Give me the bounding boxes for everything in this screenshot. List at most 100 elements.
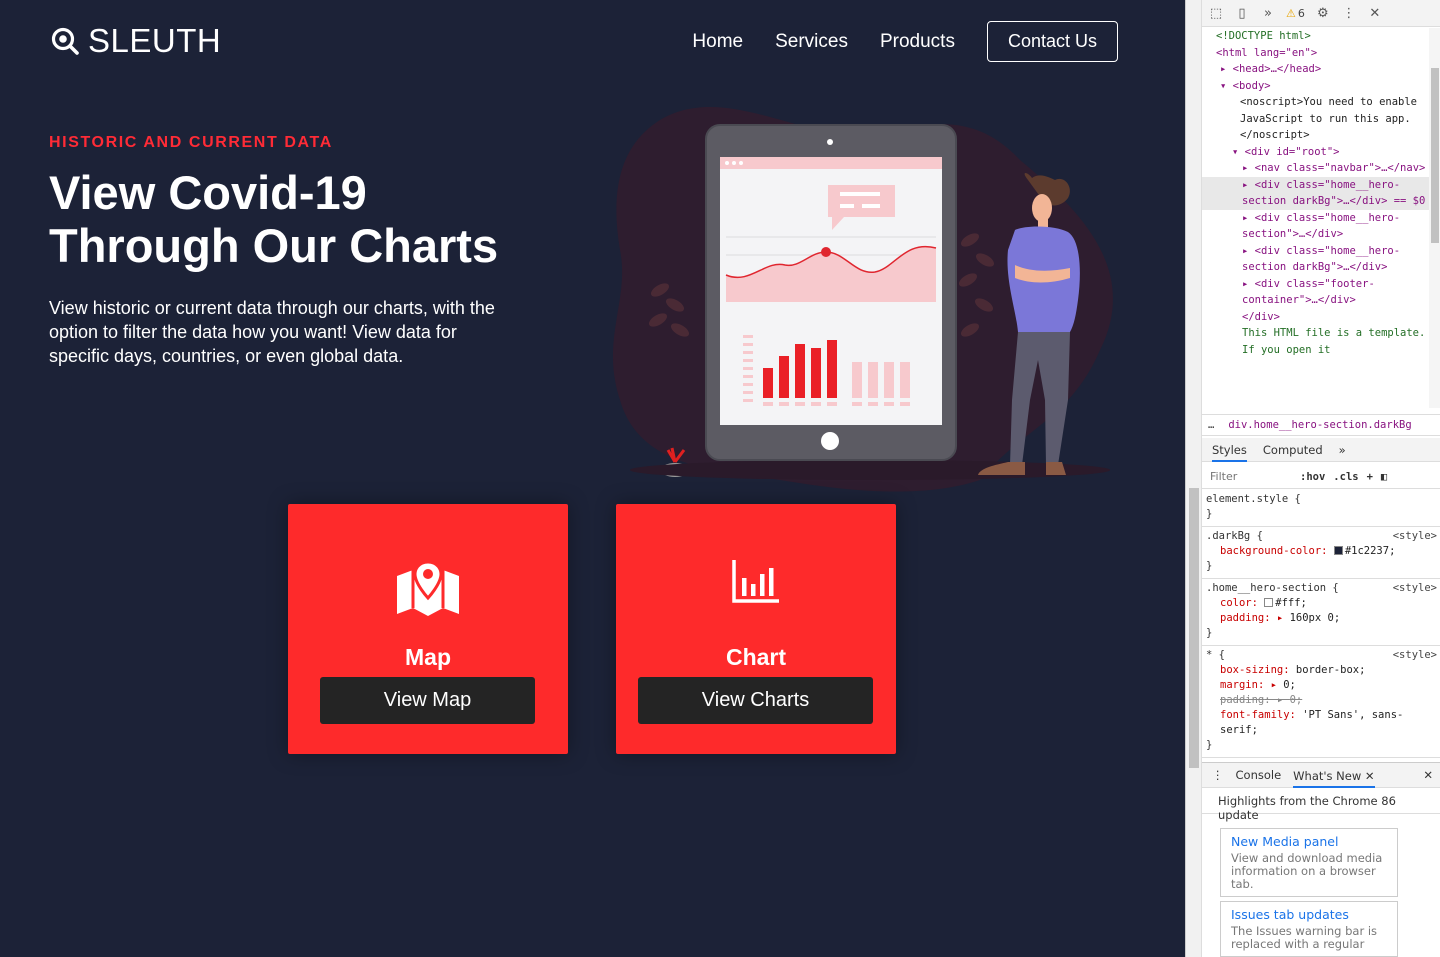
style-property[interactable]: box-sizing: border-box; xyxy=(1206,663,1437,678)
styles-pane: element.style { } <style> .darkBg { back… xyxy=(1202,490,1440,758)
prop-name: padding xyxy=(1220,694,1265,706)
style-rule: <style> .home__hero-section { color: #ff… xyxy=(1202,579,1440,646)
map-card: Map View Map xyxy=(288,504,568,754)
map-card-title: Map xyxy=(405,644,451,670)
drawer-tabs: ⋮ Console What's New ✕ ✕ xyxy=(1202,762,1440,788)
prop-name: background-color xyxy=(1220,545,1322,557)
news-title[interactable]: New Media panel xyxy=(1231,834,1387,849)
tree-line-selected[interactable]: ▸ <div class="home__hero-section darkBg"… xyxy=(1202,176,1440,210)
drawer-menu-icon[interactable]: ⋮ xyxy=(1212,768,1224,782)
kebab-menu-icon[interactable]: ⋮ xyxy=(1341,5,1357,21)
tree-line[interactable]: </div> xyxy=(1202,309,1440,326)
new-rule-icon[interactable]: + xyxy=(1367,471,1373,483)
toggle-sidebar-icon[interactable]: ◧ xyxy=(1381,471,1387,483)
rule-close: } xyxy=(1206,739,1213,751)
view-map-button[interactable]: View Map xyxy=(320,677,535,724)
style-property[interactable]: background-color: #1c2237; xyxy=(1206,544,1437,559)
rule-close: } xyxy=(1206,627,1213,639)
style-rule: <style> .darkBg { background-color: #1c2… xyxy=(1202,527,1440,579)
style-rule: <style> * { box-sizing: border-box; marg… xyxy=(1202,646,1440,758)
page-scrollbar[interactable] xyxy=(1186,0,1202,957)
logo[interactable]: SLEUTH xyxy=(50,22,221,60)
tree-line[interactable]: ▸ <head>…</head> xyxy=(1202,61,1440,78)
whats-new-heading: Highlights from the Chrome 86 update xyxy=(1202,790,1440,822)
chart-card-title: Chart xyxy=(725,644,787,670)
style-property-overridden[interactable]: padding: ▸ 0; xyxy=(1206,693,1437,708)
logo-text: SLEUTH xyxy=(88,22,222,59)
hov-toggle[interactable]: :hov xyxy=(1300,471,1325,483)
tab-whats-new-label: What's New xyxy=(1293,768,1362,783)
news-item[interactable]: New Media panel View and download media … xyxy=(1220,828,1398,897)
inspect-icon[interactable]: ⬚ xyxy=(1208,5,1224,21)
breadcrumb-item[interactable]: div.home__hero-section.darkBg xyxy=(1228,419,1411,431)
tree-line[interactable]: <!DOCTYPE html> xyxy=(1202,28,1440,45)
rule-close: } xyxy=(1206,508,1213,520)
hero-headline: View Covid-19 Through Our Charts xyxy=(49,166,499,272)
nav-home[interactable]: Home xyxy=(692,31,743,53)
tab-styles[interactable]: Styles xyxy=(1212,438,1247,462)
tree-line-text: <div class="home__hero-section">…</div> xyxy=(1242,211,1401,241)
tree-line[interactable]: <noscript>You need to enable JavaScript … xyxy=(1202,94,1440,144)
device-toolbar-icon[interactable]: ▯ xyxy=(1234,5,1250,21)
tree-line-text: <div class="footer-container">…</div> xyxy=(1242,277,1375,307)
tree-line[interactable]: ▸ <div class="footer-container">…</div> xyxy=(1202,276,1440,309)
hero-page: SLEUTH Home Services Products Contact Us… xyxy=(0,0,1185,957)
tree-line-text: <div id="root"> xyxy=(1244,145,1340,158)
tree-line[interactable]: <html lang="en"> xyxy=(1202,45,1440,62)
page-scrollbar-thumb[interactable] xyxy=(1189,488,1199,768)
rule-selector[interactable]: element.style { xyxy=(1206,492,1437,507)
styles-filter-bar: :hov .cls + ◧ xyxy=(1202,465,1440,489)
tree-line[interactable]: ▸ <div class="home__hero-section">…</div… xyxy=(1202,210,1440,243)
rule-source[interactable]: <style> xyxy=(1393,581,1437,596)
styles-filter-input[interactable] xyxy=(1208,466,1292,487)
tab-console[interactable]: Console xyxy=(1236,768,1282,782)
color-swatch[interactable] xyxy=(1264,598,1274,607)
tree-line[interactable]: ▸ <nav class="navbar">…</nav> xyxy=(1202,160,1440,177)
bar-chart-icon xyxy=(732,560,779,603)
rule-source[interactable]: <style> xyxy=(1393,648,1437,663)
whats-new-pane: Highlights from the Chrome 86 update New… xyxy=(1202,790,1440,957)
close-drawer-icon[interactable]: ✕ xyxy=(1423,768,1440,782)
contact-us-button[interactable]: Contact Us xyxy=(986,21,1118,62)
style-property[interactable]: padding: ▸ 160px 0; xyxy=(1206,611,1437,626)
nav-services[interactable]: Services xyxy=(775,31,848,53)
news-title[interactable]: Issues tab updates xyxy=(1231,907,1387,922)
search-logo-icon xyxy=(51,27,79,55)
news-description: The Issues warning bar is replaced with … xyxy=(1231,924,1378,951)
tab-computed[interactable]: Computed xyxy=(1263,443,1323,457)
settings-gear-icon[interactable]: ⚙ xyxy=(1315,5,1331,21)
rule-source[interactable]: <style> xyxy=(1393,529,1437,544)
elements-scrollbar-thumb[interactable] xyxy=(1431,68,1439,243)
tree-line[interactable]: This HTML file is a template. If you ope… xyxy=(1202,325,1440,358)
elements-scrollbar[interactable] xyxy=(1429,28,1440,408)
style-property[interactable]: font-family: 'PT Sans', sans-serif; xyxy=(1206,708,1437,738)
tree-line-text: <div class="home__hero-section darkBg">…… xyxy=(1242,178,1426,208)
more-tabs-icon[interactable]: » xyxy=(1260,5,1276,21)
prop-name: color xyxy=(1220,597,1252,609)
prop-name: box-sizing xyxy=(1220,664,1284,676)
nav-products[interactable]: Products xyxy=(880,31,955,53)
warnings-badge[interactable]: ⚠ 6 xyxy=(1286,7,1305,20)
tab-whats-new[interactable]: What's New ✕ xyxy=(1293,763,1375,788)
tree-line[interactable]: ▾ <body> xyxy=(1202,78,1440,95)
navbar: Home Services Products Contact Us xyxy=(692,21,1118,62)
style-property[interactable]: margin: ▸ 0; xyxy=(1206,678,1437,693)
color-swatch[interactable] xyxy=(1333,546,1343,555)
view-charts-button[interactable]: View Charts xyxy=(638,677,873,724)
tree-line[interactable]: ▸ <div class="home__hero-section darkBg"… xyxy=(1202,243,1440,276)
tree-line[interactable]: ▾ <div id="root"> xyxy=(1202,144,1440,161)
hero-description: View historic or current data through ou… xyxy=(49,298,495,366)
style-property[interactable]: color: #fff; xyxy=(1206,596,1437,611)
close-icon[interactable]: ✕ xyxy=(1367,5,1383,21)
prop-value: border-box; xyxy=(1295,664,1366,676)
prop-value: 0; xyxy=(1289,694,1303,706)
cls-toggle[interactable]: .cls xyxy=(1333,471,1358,483)
more-tabs-icon[interactable]: » xyxy=(1339,443,1346,457)
elements-tree: <!DOCTYPE html> <html lang="en"> ▸ <head… xyxy=(1202,28,1440,408)
tree-line-text: <div class="home__hero-section darkBg">…… xyxy=(1242,244,1401,274)
news-item[interactable]: Issues tab updates The Issues warning ba… xyxy=(1220,901,1398,957)
tablet-illustration xyxy=(612,107,1113,492)
breadcrumb-ellipsis[interactable]: … xyxy=(1208,419,1214,431)
styles-tabs: Styles Computed » xyxy=(1202,438,1440,462)
close-tab-icon[interactable]: ✕ xyxy=(1365,769,1375,783)
